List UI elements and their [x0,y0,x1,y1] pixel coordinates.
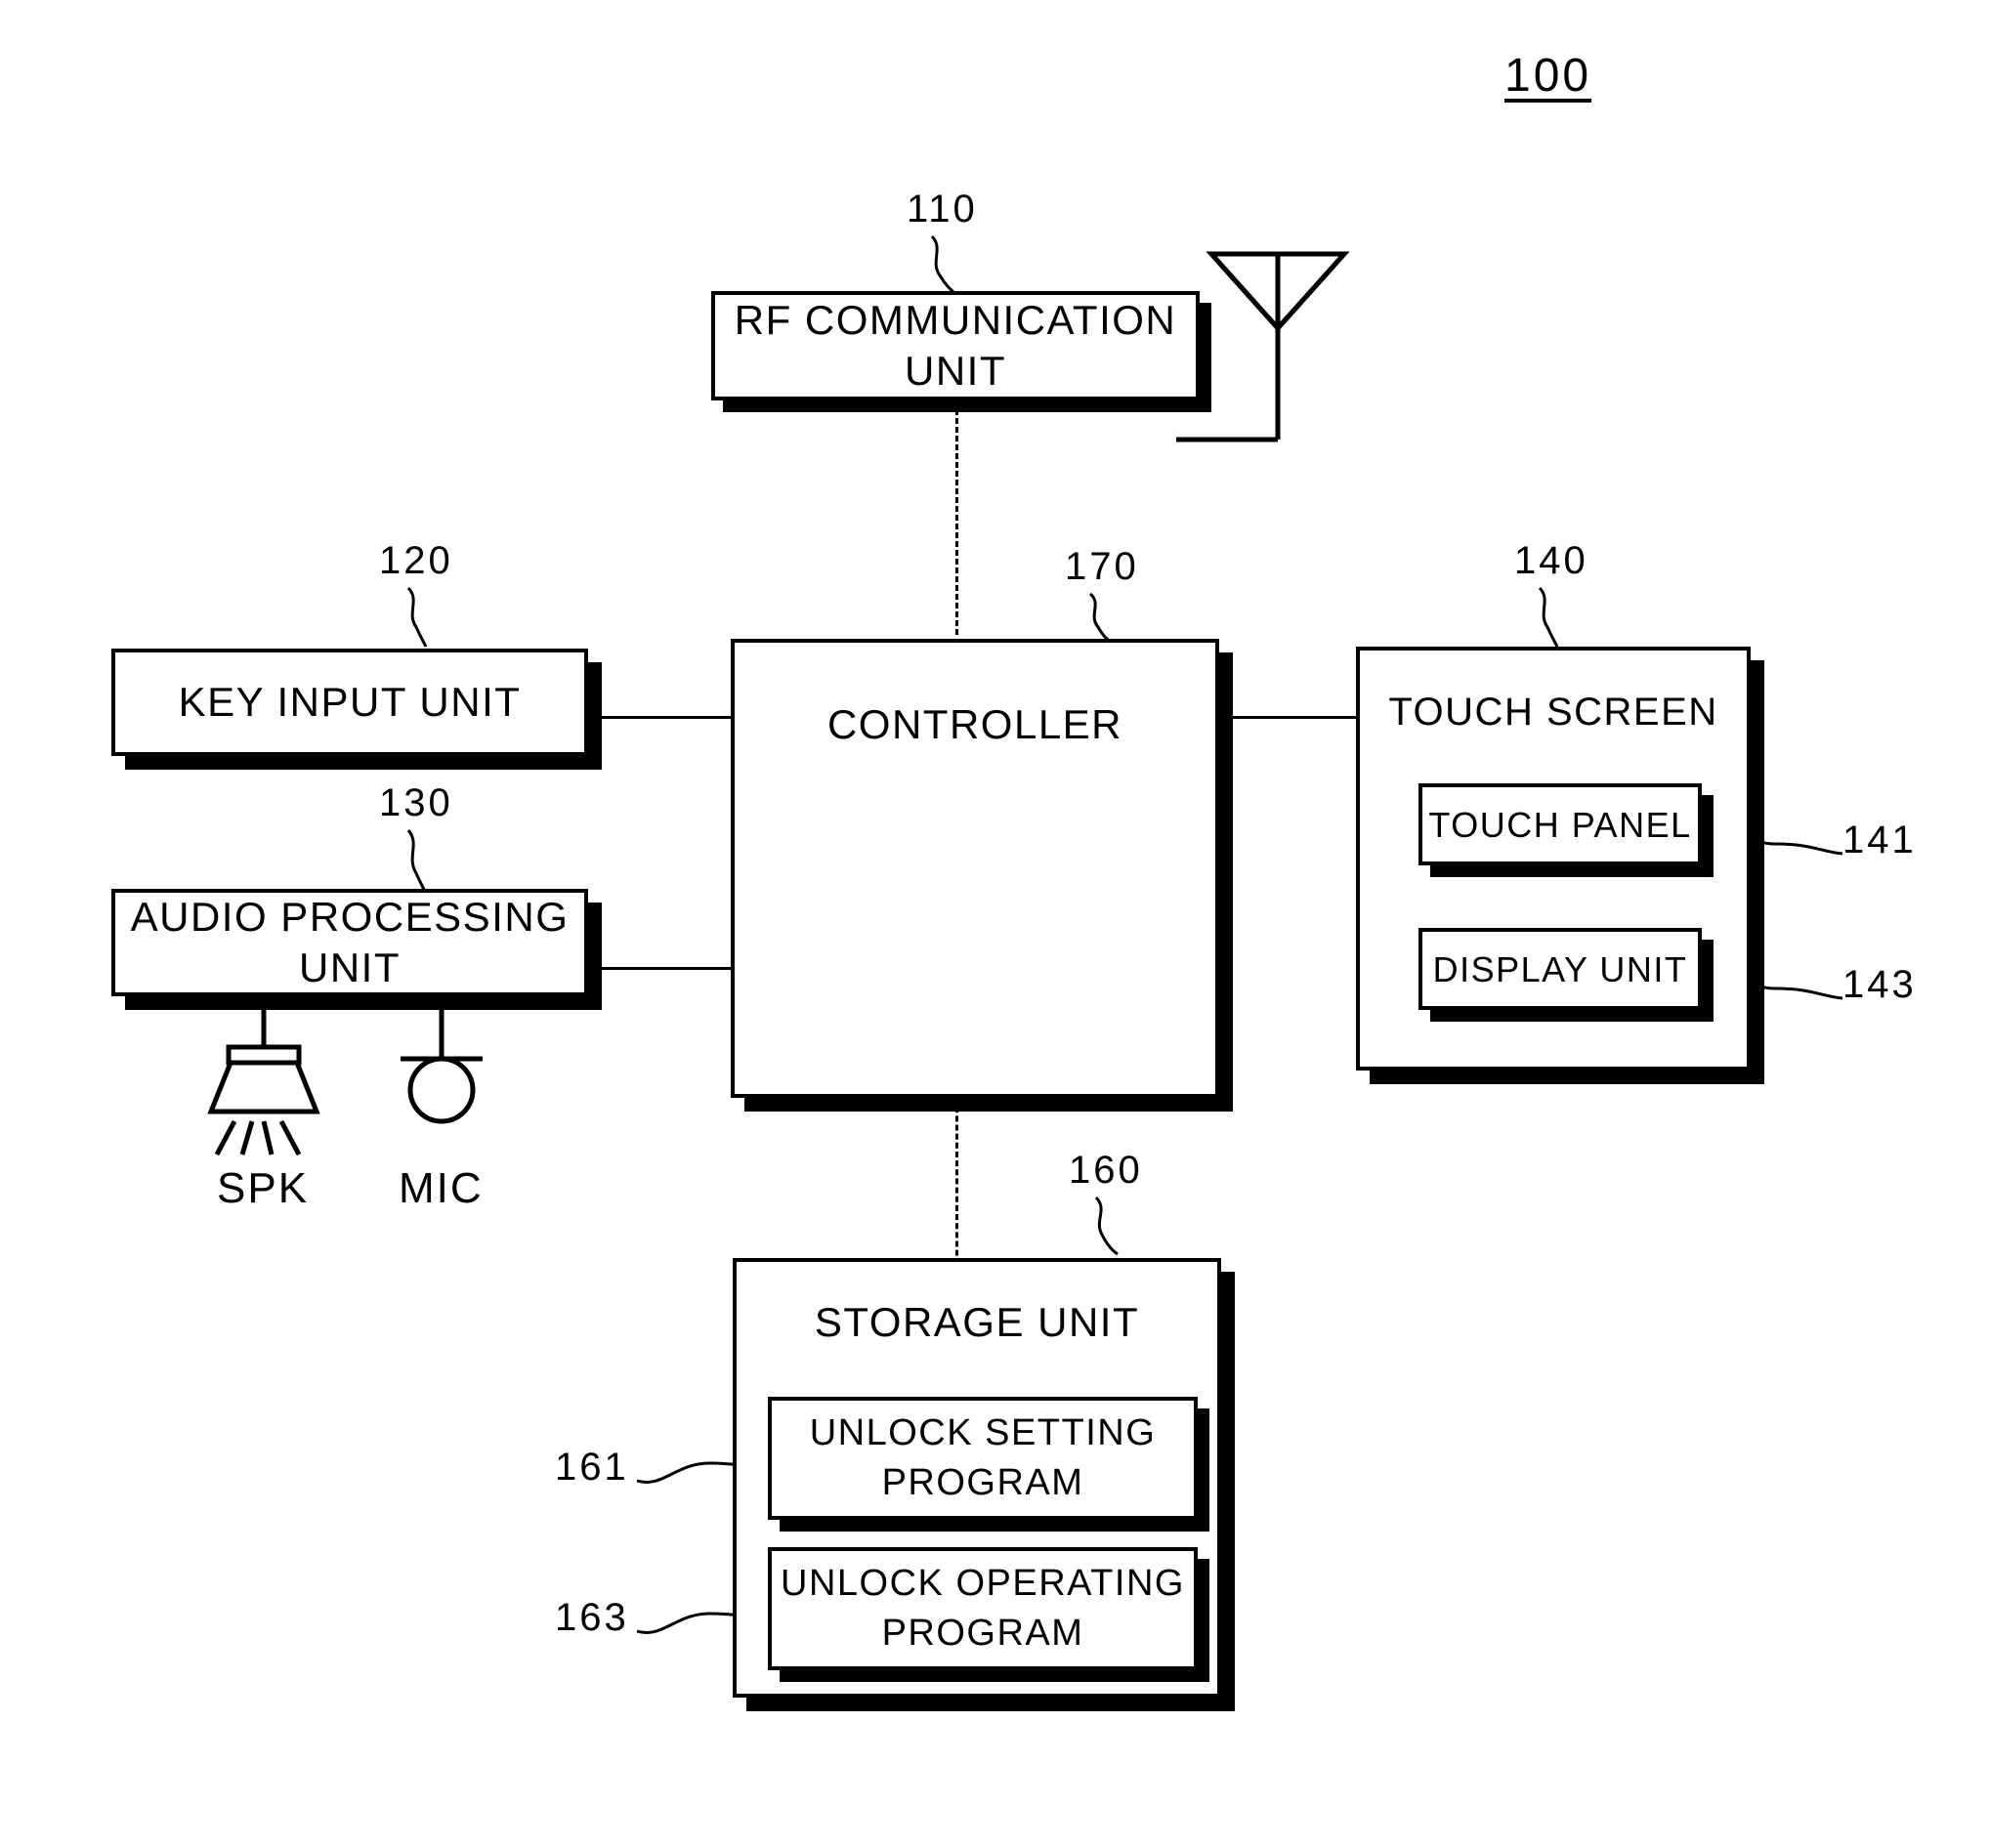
patent-figure-canvas: 100 110 RF COMMUNICATION UNIT 170 CONTRO… [0,0,1989,1848]
connector-rf-to-controller [955,400,958,635]
microphone-icon [383,1010,500,1156]
block-label-unlock-setting-program: UNLOCK SETTING PROGRAM [809,1411,1157,1503]
block-unlock-operating-program[interactable]: UNLOCK OPERATING PROGRAM [768,1547,1198,1670]
numeral-141: 141 [1842,819,1917,861]
block-touch-panel[interactable]: TOUCH PANEL [1418,783,1702,865]
connector-controller-to-touch-screen [1219,716,1356,719]
block-label-rf-communication-unit: RF COMMUNICATION UNIT [734,296,1177,395]
antenna-icon [1176,244,1356,442]
connector-audio-to-controller [588,967,735,970]
numeral-140: 140 [1514,539,1588,582]
leader-line-120 [404,586,463,649]
block-label-controller: CONTROLLER [826,701,1123,747]
device-numeral-100: 100 [1504,50,1592,102]
numeral-163: 163 [555,1596,629,1639]
block-display-unit[interactable]: DISPLAY UNIT [1418,928,1702,1010]
block-label-audio-processing-unit: AUDIO PROCESSING UNIT [130,893,570,991]
block-audio-processing-unit[interactable]: AUDIO PROCESSING UNIT [111,889,588,996]
leader-line-170 [1086,592,1145,646]
block-label-unlock-operating-program: UNLOCK OPERATING PROGRAM [781,1562,1185,1654]
block-controller[interactable]: CONTROLLER [731,639,1219,1098]
leader-line-140 [1536,586,1594,649]
numeral-110: 110 [907,188,978,231]
block-label-touch-panel: TOUCH PANEL [1428,804,1692,845]
connector-key-input-to-controller [588,716,735,719]
speaker-label: SPK [217,1164,310,1212]
block-unlock-setting-program[interactable]: UNLOCK SETTING PROGRAM [768,1397,1198,1520]
block-label-key-input-unit: KEY INPUT UNIT [178,678,522,725]
block-label-storage-unit: STORAGE UNIT [814,1299,1140,1345]
numeral-160: 160 [1069,1149,1143,1192]
block-rf-communication-unit[interactable]: RF COMMUNICATION UNIT [711,291,1200,400]
block-label-display-unit: DISPLAY UNIT [1432,948,1688,989]
microphone-label: MIC [399,1164,484,1212]
numeral-143: 143 [1842,963,1917,1006]
numeral-170: 170 [1065,545,1139,588]
numeral-130: 130 [379,781,453,824]
numeral-161: 161 [555,1446,629,1489]
leader-line-160 [1092,1196,1151,1256]
numeral-120: 120 [379,539,453,582]
block-label-touch-screen: TOUCH SCREEN [1388,691,1718,734]
leader-line-130 [404,828,463,895]
speaker-icon [195,1010,332,1156]
connector-controller-to-storage [955,1098,958,1274]
leader-line-110 [928,234,987,297]
block-key-input-unit[interactable]: KEY INPUT UNIT [111,649,588,756]
